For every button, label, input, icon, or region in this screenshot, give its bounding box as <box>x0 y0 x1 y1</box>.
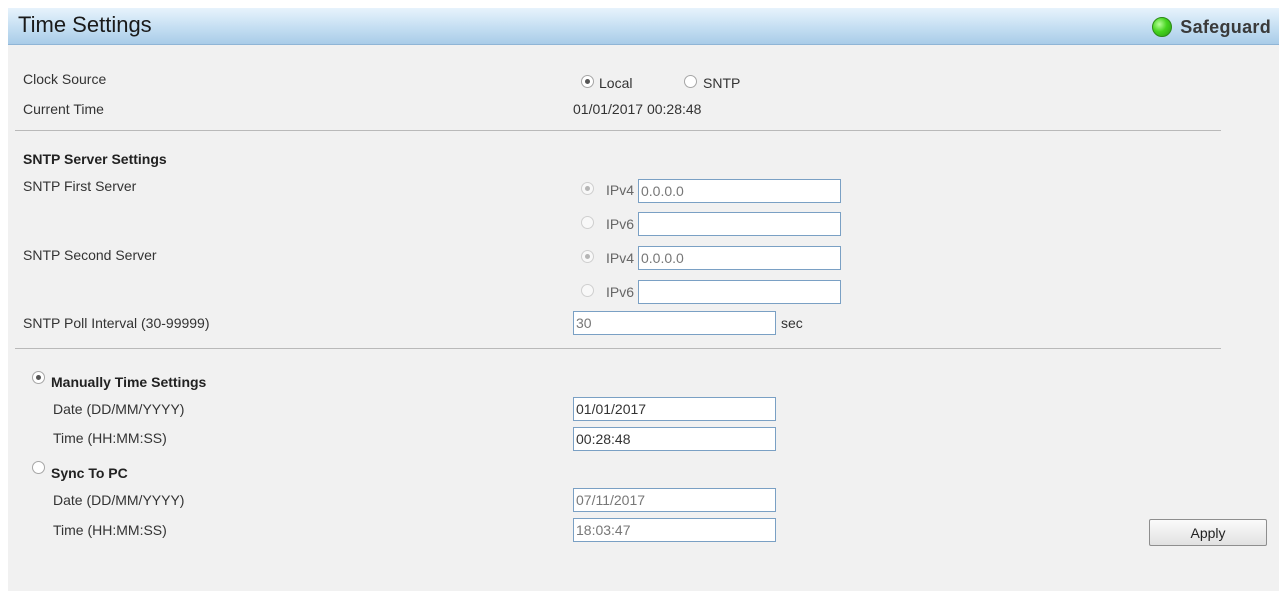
first-server-ipv4-radio[interactable] <box>581 182 594 195</box>
sntp-first-server-label: SNTP First Server <box>23 178 137 194</box>
status-led-icon <box>1152 17 1173 37</box>
current-time-label: Current Time <box>23 101 104 117</box>
second-server-ipv6-radio[interactable] <box>581 284 594 297</box>
clock-source-local-radio[interactable] <box>581 75 594 88</box>
sntp-section-title: SNTP Server Settings <box>23 151 167 167</box>
manual-date-label: Date (DD/MM/YYYY) <box>53 401 185 417</box>
clock-source-local-label[interactable]: Local <box>599 75 632 91</box>
poll-interval-unit: sec <box>781 315 803 331</box>
second-server-ipv6-input[interactable] <box>638 280 841 304</box>
safeguard-label: Safeguard <box>1180 16 1271 37</box>
first-server-ipv6-radio[interactable] <box>581 216 594 229</box>
manual-time-title[interactable]: Manually Time Settings <box>51 374 206 390</box>
first-server-ipv4-label: IPv4 <box>606 182 635 198</box>
manual-time-input[interactable] <box>573 427 776 451</box>
sync-time-label: Time (HH:MM:SS) <box>53 522 167 538</box>
clock-source-label: Clock Source <box>23 71 107 87</box>
clock-source-sntp-radio[interactable] <box>684 75 697 88</box>
second-server-ipv4-radio[interactable] <box>581 250 594 263</box>
sync-date-label: Date (DD/MM/YYYY) <box>53 492 185 508</box>
sync-pc-title[interactable]: Sync To PC <box>51 465 128 481</box>
divider <box>15 130 1221 131</box>
title-bar: Time Settings Safeguard <box>8 8 1279 45</box>
clock-source-sntp-label[interactable]: SNTP <box>703 75 740 91</box>
sntp-poll-interval-label: SNTP Poll Interval (30-99999) <box>23 315 210 331</box>
manual-date-input[interactable] <box>573 397 776 421</box>
first-server-ipv6-label: IPv6 <box>606 216 635 232</box>
first-server-ipv4-input[interactable] <box>638 179 841 203</box>
manual-time-label: Time (HH:MM:SS) <box>53 430 167 446</box>
sync-time-input[interactable] <box>573 518 776 542</box>
manual-time-radio[interactable] <box>32 371 45 384</box>
apply-button[interactable]: Apply <box>1149 519 1267 546</box>
current-time-value: 01/01/2017 00:28:48 <box>573 101 702 117</box>
first-server-ipv6-input[interactable] <box>638 212 841 236</box>
second-server-ipv4-label: IPv4 <box>606 250 635 266</box>
second-server-ipv4-input[interactable] <box>638 246 841 270</box>
page-title: Time Settings <box>18 12 152 37</box>
sync-pc-radio[interactable] <box>32 461 45 474</box>
divider <box>15 348 1221 349</box>
safeguard-status: Safeguard <box>1152 16 1271 38</box>
sync-date-input[interactable] <box>573 488 776 512</box>
sntp-second-server-label: SNTP Second Server <box>23 247 157 263</box>
second-server-ipv6-label: IPv6 <box>606 284 635 300</box>
poll-interval-input[interactable] <box>573 311 776 335</box>
